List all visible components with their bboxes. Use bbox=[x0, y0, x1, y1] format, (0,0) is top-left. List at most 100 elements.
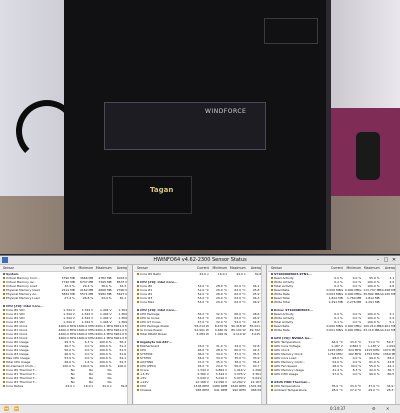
minimize-button[interactable]: – bbox=[374, 256, 382, 264]
rewind-button[interactable]: ⏪ bbox=[4, 406, 9, 412]
sensor-icon bbox=[3, 289, 5, 291]
sensor-icon bbox=[271, 321, 273, 323]
column-header-sensor[interactable]: Sensor bbox=[134, 265, 192, 271]
sensor-icon bbox=[271, 341, 273, 343]
column-header-maximum[interactable]: Maximum bbox=[229, 265, 247, 271]
column-header-current[interactable]: Current bbox=[58, 265, 76, 271]
sensor-icon bbox=[137, 273, 139, 275]
elapsed-time: 0:14:37 bbox=[330, 406, 346, 411]
sensor-icon bbox=[3, 281, 5, 283]
sensor-icon bbox=[137, 293, 139, 295]
chip-icon bbox=[137, 309, 139, 311]
gpu-brand-label: WINDFORCE bbox=[205, 108, 247, 115]
sensor-icon bbox=[3, 373, 5, 375]
sensor-name: Core Ratios bbox=[0, 384, 58, 388]
current-value: 965 RPM bbox=[195, 388, 209, 392]
sensor-icon bbox=[3, 321, 5, 323]
vertical-scrollbar[interactable] bbox=[395, 265, 400, 405]
sensor-row[interactable]: Ambient Temperature 28.0 °C 27.0 °C 29.0 °C… bbox=[268, 388, 400, 392]
column-header[interactable]: Sensor Current Minimum Maximum Average bbox=[268, 265, 400, 272]
sensor-panels: Sensor Current Minimum Maximum Average System… bbox=[0, 265, 400, 405]
sensor-icon bbox=[137, 377, 139, 379]
sensor-icon bbox=[137, 325, 139, 327]
sensor-icon bbox=[137, 345, 139, 347]
sensor-icon bbox=[271, 353, 273, 355]
vertical-scrollbar[interactable] bbox=[261, 265, 266, 405]
sensor-icon bbox=[3, 349, 5, 351]
forward-button[interactable]: ⏩ bbox=[14, 406, 19, 412]
column-header-maximum[interactable]: Maximum bbox=[363, 265, 381, 271]
close-sensors-button[interactable]: ✕ bbox=[386, 406, 389, 412]
sensor-icon bbox=[3, 317, 5, 319]
sensor-icon bbox=[271, 277, 273, 279]
sensor-icon bbox=[137, 353, 139, 355]
sensor-icon bbox=[271, 289, 273, 291]
sensor-name-text: Ambient Temperature bbox=[274, 388, 307, 392]
background-photo: WINDFORCE Tagan bbox=[0, 0, 400, 254]
sensor-icon bbox=[271, 361, 273, 363]
maximum-value: 29.0 °C bbox=[368, 388, 380, 392]
minimum-value: 941 RPM bbox=[214, 388, 228, 392]
sensor-icon bbox=[137, 373, 139, 375]
title-bar[interactable]: HWiNFO64 v4.62-2300 Sensor Status – □ ✕ bbox=[0, 256, 400, 265]
sensor-icon bbox=[137, 333, 139, 335]
chip-icon bbox=[271, 273, 273, 275]
sensor-icon bbox=[3, 353, 5, 355]
sensor-icon bbox=[137, 313, 139, 315]
sensor-icon bbox=[3, 381, 5, 383]
sensor-icon bbox=[137, 365, 139, 367]
column-header[interactable]: Sensor Current Minimum Maximum Average bbox=[134, 265, 266, 272]
sensor-icon bbox=[3, 369, 5, 371]
sensor-panel-3: Sensor Current Minimum Maximum Average ST1000… bbox=[268, 265, 400, 405]
sensor-icon bbox=[271, 281, 273, 283]
maximum-value: 44.0 x bbox=[102, 384, 112, 388]
sensor-icon bbox=[3, 365, 5, 367]
sensor-icon bbox=[3, 325, 5, 327]
sensor-icon bbox=[271, 389, 273, 391]
sensor-row[interactable]: Core Ratios 44.0 x 16.0 x 44.0 x 39.6 x bbox=[0, 384, 132, 388]
sensor-icon bbox=[137, 389, 139, 391]
column-header-sensor[interactable]: Sensor bbox=[0, 265, 58, 271]
chip-icon bbox=[271, 381, 273, 383]
sensor-icon bbox=[271, 285, 273, 287]
column-header-maximum[interactable]: Maximum bbox=[95, 265, 113, 271]
sensor-icon bbox=[137, 381, 139, 383]
sensor-icon bbox=[3, 277, 5, 279]
sensor-icon bbox=[3, 337, 5, 339]
power-supply bbox=[112, 176, 192, 214]
sensor-name-text: Core Ratios bbox=[6, 384, 24, 388]
sensor-icon bbox=[271, 349, 273, 351]
sensor-icon bbox=[3, 377, 5, 379]
close-button[interactable]: ✕ bbox=[390, 256, 398, 264]
sensor-icon bbox=[3, 313, 5, 315]
column-header-minimum[interactable]: Minimum bbox=[211, 265, 229, 271]
sensor-panel-1: Sensor Current Minimum Maximum Average System… bbox=[0, 265, 133, 405]
vertical-scrollbar[interactable] bbox=[127, 265, 132, 405]
column-header-minimum[interactable]: Minimum bbox=[345, 265, 363, 271]
sensor-icon bbox=[137, 321, 139, 323]
maximum-value: 992 RPM bbox=[232, 388, 246, 392]
sensor-icon bbox=[3, 293, 5, 295]
sensor-icon bbox=[3, 385, 5, 387]
sensor-name: Chassis bbox=[134, 388, 192, 392]
sensor-icon bbox=[3, 357, 5, 359]
sensor-icon bbox=[137, 297, 139, 299]
column-header-current[interactable]: Current bbox=[192, 265, 210, 271]
settings-button[interactable]: ⚙ bbox=[372, 406, 376, 412]
column-header-current[interactable]: Current bbox=[326, 265, 344, 271]
chip-icon bbox=[137, 281, 139, 283]
chip-icon bbox=[3, 305, 5, 307]
column-header-sensor[interactable]: Sensor bbox=[268, 265, 326, 271]
sensor-row[interactable]: Chassis 965 RPM 941 RPM 992 RPM 966 RPM bbox=[134, 388, 266, 392]
minimum-value: 16.0 x bbox=[83, 384, 94, 388]
column-header[interactable]: Sensor Current Minimum Maximum Average bbox=[0, 265, 132, 272]
column-header-minimum[interactable]: Minimum bbox=[77, 265, 95, 271]
maximize-button[interactable]: □ bbox=[382, 256, 390, 264]
drive-bay bbox=[264, 18, 318, 44]
sensor-icon bbox=[137, 301, 139, 303]
sensor-icon bbox=[271, 357, 273, 359]
sensor-icon bbox=[3, 333, 5, 335]
sensor-icon bbox=[3, 361, 5, 363]
sensor-icon bbox=[137, 289, 139, 291]
window-controls: – □ ✕ bbox=[374, 256, 398, 264]
